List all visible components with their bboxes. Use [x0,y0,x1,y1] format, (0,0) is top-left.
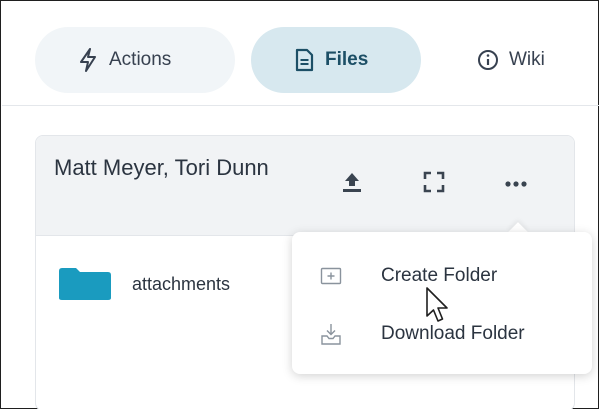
more-icon [504,175,528,193]
tab-actions[interactable]: Actions [35,27,235,93]
app-frame: Actions Files Wiki Matt Meyer, Tori Dunn [0,0,599,409]
folder-item[interactable]: attachments [58,264,298,304]
upload-button[interactable] [334,166,370,202]
tab-label: Files [325,49,369,70]
tabs-divider [2,105,599,106]
mouse-cursor-icon [425,286,451,326]
tab-label: Wiki [509,49,545,70]
download-folder-icon [319,322,343,346]
folder-icon [58,267,112,301]
upload-icon [340,170,364,199]
tab-label: Actions [109,49,172,70]
file-icon [293,48,315,72]
menu-item-label: Create Folder [381,265,498,286]
lightning-icon [77,48,99,72]
card-header: Matt Meyer, Tori Dunn [36,136,574,236]
folder-name: attachments [132,273,231,294]
menu-item-label: Download Folder [381,323,525,344]
more-options-button[interactable] [498,166,534,202]
info-icon [477,48,499,72]
folder-plus-icon [319,264,343,288]
expand-icon [423,171,445,198]
card-title: Matt Meyer, Tori Dunn [54,155,269,180]
expand-button[interactable] [416,166,452,202]
tab-wiki[interactable]: Wiki [461,27,599,93]
tab-files[interactable]: Files [251,27,421,93]
